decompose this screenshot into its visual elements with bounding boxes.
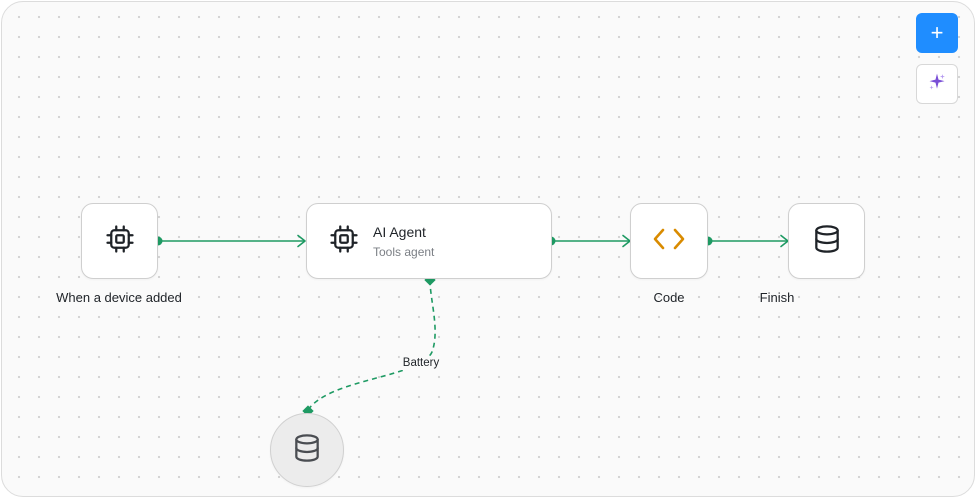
trigger-node[interactable] (81, 203, 158, 279)
ai-agent-title: AI Agent (373, 223, 426, 240)
add-node-button[interactable]: + (916, 13, 958, 53)
trigger-node-label: When a device added (56, 290, 182, 305)
database-icon (291, 432, 323, 469)
edge-label-battery: Battery (399, 356, 443, 370)
code-brackets-icon (652, 226, 686, 257)
finish-node[interactable] (788, 203, 865, 279)
chip-icon (105, 224, 135, 259)
tool-node[interactable] (270, 413, 344, 487)
code-node-label: Code (653, 290, 685, 305)
finish-node-label: Finish (759, 290, 795, 305)
code-node[interactable] (630, 203, 708, 279)
ai-agent-texts: AI Agent Tools agent (373, 224, 434, 259)
chip-icon (329, 224, 359, 259)
ai-agent-subtitle: Tools agent (373, 244, 435, 259)
plus-icon: + (930, 20, 944, 45)
ai-assistant-button[interactable] (916, 64, 958, 104)
database-icon (811, 223, 843, 260)
ai-agent-node[interactable]: AI Agent Tools agent (306, 203, 552, 279)
sparkle-icon (927, 72, 947, 97)
edge-agent-tool[interactable] (307, 279, 436, 411)
